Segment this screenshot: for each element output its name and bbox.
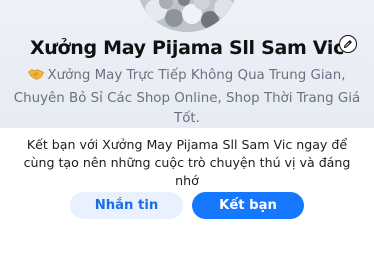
add-friend-prompt: Kết bạn với Xưởng May Pijama Sll Sam Vic…: [23, 137, 351, 188]
handshake-icon: [28, 67, 45, 89]
profile-name: Xưởng May Pijama Sll Sam Vic: [29, 37, 345, 59]
profile-bio-text: Xưởng May Trực Tiếp Không Qua Trung Gian…: [13, 68, 361, 126]
profile-bio: Xưởng May Trực Tiếp Không Qua Trung Gian…: [10, 66, 364, 130]
pencil-icon[interactable]: [339, 35, 357, 53]
avatar[interactable]: [136, 0, 238, 32]
add-friend-button[interactable]: Kết bạn: [192, 192, 304, 219]
message-button[interactable]: Nhắn tin: [70, 192, 183, 219]
profile-name-row: Xưởng May Pijama Sll Sam Vic: [0, 36, 374, 60]
profile-header: Xưởng May Pijama Sll Sam Vic Xưởng May T…: [0, 0, 374, 128]
add-friend-card: Kết bạn với Xưởng May Pijama Sll Sam Vic…: [0, 128, 374, 257]
